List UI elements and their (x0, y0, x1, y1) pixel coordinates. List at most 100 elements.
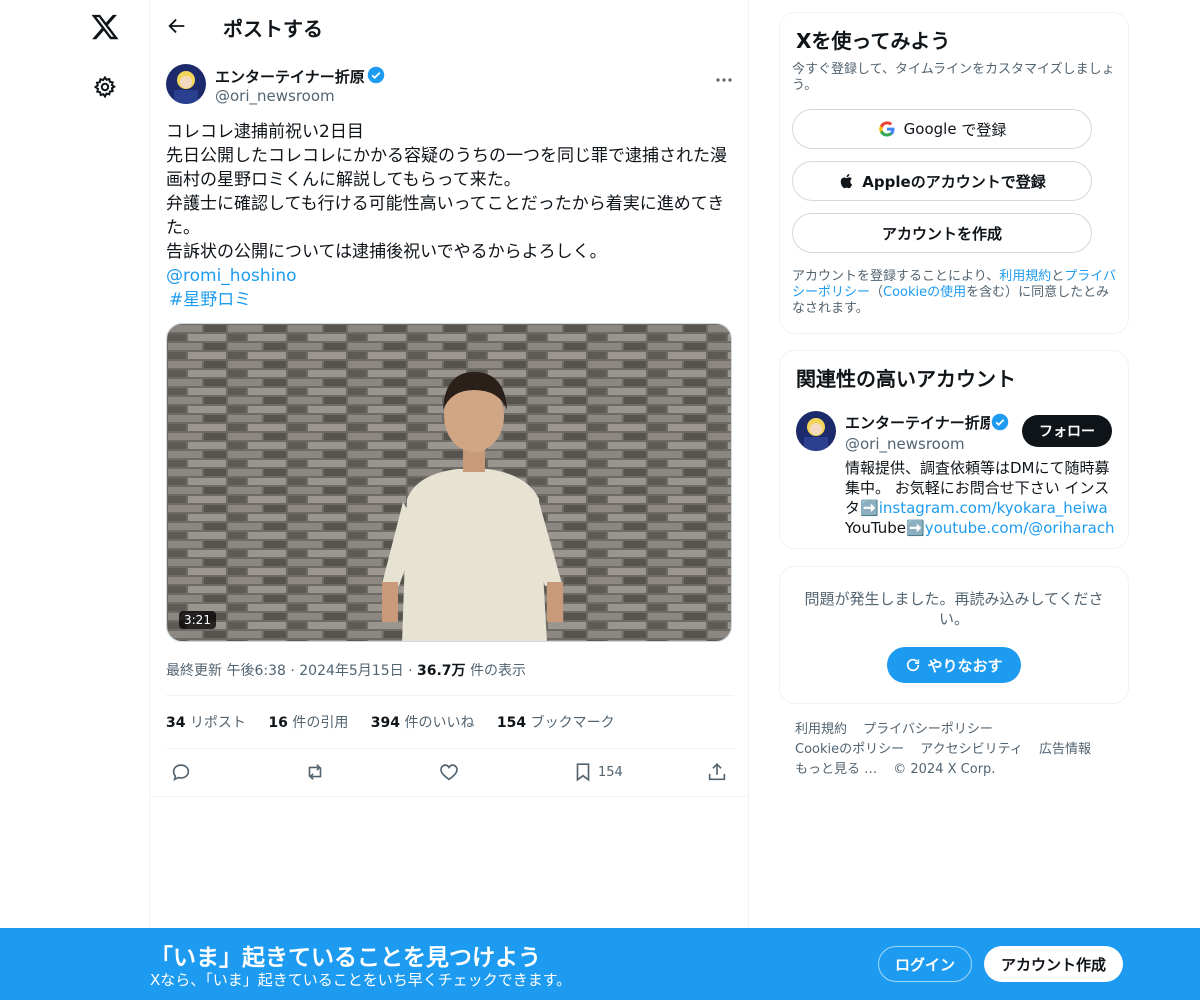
terms-link[interactable]: 利用規約 (999, 269, 1051, 284)
apple-signup-label: Appleのアカウントで登録 (862, 172, 1046, 191)
terms-segment: アカウントを登録することにより、 (792, 269, 1000, 284)
login-banner: 「いま」起きていることを見つけよう Xなら、「いま」起きていることをいち早くチェ… (0, 928, 1200, 1000)
stat-likes[interactable]: 394 件のいいね (371, 712, 475, 732)
cookie-link[interactable]: Cookieの使用 (883, 285, 966, 300)
footer-copyright: © 2024 X Corp. (893, 762, 996, 777)
refresh-icon (907, 658, 920, 672)
related-title: 関連性の高いアカウント (796, 367, 1016, 391)
signup-card: Xを使ってみよう 今すぐ登録して、タイムラインをカスタマイズしましょう。 Goo… (779, 12, 1129, 334)
reply-button[interactable] (170, 760, 192, 784)
signup-button[interactable]: アカウント作成 (984, 946, 1123, 982)
meta-separator: · (408, 663, 413, 679)
stat-quotes[interactable]: 16 件の引用 (268, 712, 348, 732)
signup-subtitle: 今すぐ登録して、タイムラインをカスタマイズしましょう。 (792, 62, 1115, 93)
google-icon (878, 121, 895, 137)
view-count: 36.7万 (416, 663, 466, 679)
more-dots-icon[interactable] (714, 70, 734, 90)
related-avatar[interactable] (796, 411, 836, 451)
create-account-label: アカウントを作成 (881, 224, 1002, 243)
divider (166, 748, 734, 749)
avatar[interactable] (166, 64, 206, 104)
related-bio: 情報提供、調査依頼等はDMにて随時募集中。 お気軽にお問合せ下さい インスタ➡️… (845, 458, 1115, 538)
error-message: 問題が発生しました。再読み込みしてください。 (804, 590, 1104, 628)
login-button[interactable]: ログイン (878, 946, 972, 982)
verified-badge-icon (367, 66, 385, 84)
repost-icon (308, 764, 322, 780)
banner-title: 「いま」起きていることを見つけよう (150, 945, 541, 971)
post-body: コレコレ逮捕前祝い2日目 先日公開したコレコレにかかる容疑のうちの一つを同じ罪で… (166, 120, 734, 312)
x-logo-icon[interactable] (90, 12, 120, 42)
retry-button[interactable]: やりなおす (887, 647, 1021, 683)
footer-links: 利用規約 プライバシーポリシー Cookieのポリシー アクセシビリティ 広告情… (795, 720, 1125, 780)
video-player[interactable]: 3:21 (166, 323, 732, 642)
divider (150, 796, 749, 797)
post-actions: 154 (166, 760, 734, 786)
related-handle[interactable]: @ori_newsroom (845, 435, 965, 453)
footer-link-more[interactable]: もっと見る … (795, 762, 877, 777)
author-handle[interactable]: @ori_newsroom (215, 87, 335, 105)
youtube-link[interactable]: youtube.com/@oriharach (925, 519, 1115, 537)
verified-badge-icon (991, 413, 1009, 431)
hashtag-link[interactable]: #星野ロミ (169, 288, 734, 312)
signup-title: Xを使ってみよう (796, 29, 951, 53)
post-timestamp[interactable]: 最終更新 午後6:38 (166, 663, 286, 679)
reply-icon (172, 764, 190, 781)
stat-reposts[interactable]: 34 リポスト (166, 712, 246, 732)
footer-link-privacy[interactable]: プライバシーポリシー (863, 722, 993, 737)
bio-text: YouTube (845, 519, 906, 537)
repost-button[interactable] (304, 760, 326, 784)
footer-link-terms[interactable]: 利用規約 (795, 722, 847, 737)
stat-bookmarks[interactable]: 154 ブックマーク (497, 712, 615, 732)
share-button[interactable] (706, 760, 728, 784)
google-brand: Google (903, 120, 957, 138)
left-nav (0, 0, 150, 1000)
post-line: コレコレ逮捕前祝い2日目 (166, 122, 364, 142)
related-name[interactable]: エンターテイナー折原 (845, 412, 990, 433)
post-author: エンターテイナー折原 @ori_newsroom (166, 64, 736, 108)
mention-link[interactable]: @romi_hoshino (166, 264, 734, 288)
share-icon (708, 763, 726, 781)
footer-link-ads[interactable]: 広告情報 (1039, 742, 1091, 757)
follow-button[interactable]: フォロー (1022, 415, 1112, 447)
post-line: 告訴状の公開については逮捕後祝いでやるからよろしく。 (166, 242, 607, 262)
back-arrow-icon[interactable] (166, 15, 188, 37)
google-signup-label: で登録 (956, 120, 1007, 139)
post-stats: 34 リポスト 16 件の引用 394 件のいいね 154 ブックマーク (166, 712, 633, 732)
footer-link-cookie[interactable]: Cookieのポリシー (795, 742, 904, 757)
related-accounts-card: 関連性の高いアカウント エンターテイナー折原 @ori_newsroom フォロ… (779, 350, 1129, 549)
retry-label: やりなおす (927, 656, 1003, 675)
error-card: 問題が発生しました。再読み込みしてください。 やりなおす (779, 566, 1129, 704)
bookmark-button[interactable]: 154 (572, 760, 623, 784)
post-line: た。 (166, 218, 200, 238)
post-header: ポストする (150, 0, 750, 53)
arrow-icon: ➡️ (906, 519, 925, 537)
meta-separator: · (290, 663, 295, 679)
post-meta: 最終更新 午後6:38 · 2024年5月15日 · 36.7万 件の表示 (166, 660, 526, 680)
apple-signup-button[interactable]: Appleのアカウントで登録 (792, 161, 1092, 201)
main-column: ポストする エンターテイナー折原 @ori_newsroom コレコレ逮捕前祝い… (149, 0, 749, 1000)
post-line: 先日公開したコレコレにかかる容疑のうちの一つを同じ罪で逮捕された漫 (166, 146, 727, 166)
like-icon (440, 764, 458, 781)
view-count-label: 件の表示 (469, 663, 526, 679)
create-account-button[interactable]: アカウントを作成 (792, 213, 1092, 253)
bookmark-icon (576, 763, 590, 782)
post-line: 画村の星野ロミくんに解説してもらって来た。 (166, 170, 521, 190)
google-signup-button[interactable]: Google で登録 (792, 109, 1092, 149)
bookmark-count: 154 (598, 764, 623, 780)
terms-segment: と (1051, 269, 1065, 284)
page-title: ポストする (223, 17, 323, 41)
video-duration: 3:21 (179, 611, 216, 629)
author-name[interactable]: エンターテイナー折原 (215, 66, 365, 87)
gear-icon[interactable] (93, 75, 117, 99)
terms-segment: （ (870, 285, 884, 300)
banner-subtitle: Xなら、「いま」起きていることをいち早くチェックできます。 (150, 971, 572, 989)
terms-text: アカウントを登録することにより、利用規約とプライバシーポリシー（Cookieの使… (792, 269, 1122, 317)
video-thumbnail (167, 324, 731, 641)
like-button[interactable] (438, 760, 460, 784)
right-sidebar: Xを使ってみよう 今すぐ登録して、タイムラインをカスタマイズしましょう。 Goo… (779, 0, 1129, 1000)
instagram-link[interactable]: instagram.com/kyokara_heiwa (879, 499, 1108, 517)
footer-link-accessibility[interactable]: アクセシビリティ (920, 742, 1023, 757)
post-date[interactable]: 2024年5月15日 (299, 663, 403, 679)
divider (166, 695, 734, 696)
arrow-icon: ➡️ (860, 499, 879, 517)
